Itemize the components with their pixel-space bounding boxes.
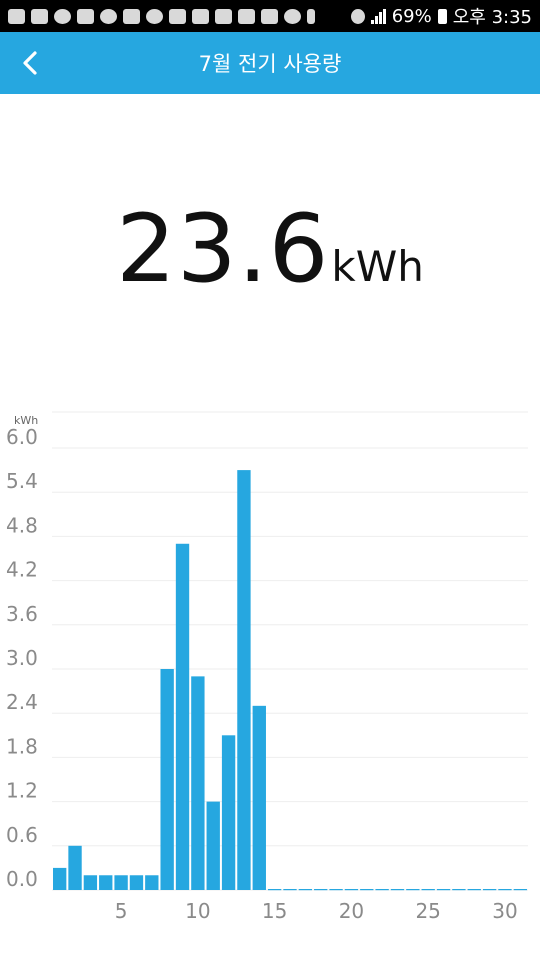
y-tick-label: 5.4 <box>6 469 38 493</box>
y-tick-label: 1.8 <box>6 734 38 758</box>
wifi-icon <box>350 8 365 24</box>
y-tick-label: 6.0 <box>6 425 38 449</box>
bar <box>83 875 98 890</box>
facebook-icon <box>31 8 48 24</box>
x-tick-label: 20 <box>339 899 364 923</box>
usage-total: 23.6kWh <box>0 195 540 304</box>
bar <box>114 875 128 890</box>
bar <box>467 889 481 891</box>
mail-icon <box>169 8 186 24</box>
notification-icons <box>8 8 351 24</box>
bar <box>482 889 497 891</box>
bar <box>129 875 144 890</box>
y-tick-label: 4.2 <box>6 558 38 582</box>
talk-icon <box>284 8 301 24</box>
bar <box>267 889 282 891</box>
clock: 오후 3:35 <box>452 7 532 28</box>
y-tick-label: 4.8 <box>6 513 38 537</box>
facebook-icon <box>77 8 94 24</box>
signal-icon <box>370 8 386 24</box>
status-bar: 69% 오후 3:35 <box>0 0 540 32</box>
bar <box>498 889 512 891</box>
chart-canvas: kWh0.00.61.21.82.43.03.64.24.85.46.05 10 1… <box>6 411 528 923</box>
bar <box>221 735 236 890</box>
bar <box>344 889 359 891</box>
battery-percent: 69% <box>391 5 432 27</box>
back-button[interactable] <box>8 40 54 86</box>
bar <box>206 801 220 890</box>
y-tick-label: 0.0 <box>6 867 38 891</box>
bar <box>283 889 297 891</box>
usage-total-value: 23.6 <box>116 195 330 304</box>
bar <box>390 889 405 891</box>
fitness-icon <box>54 8 71 24</box>
app-bar: 7월 전기 사용량 <box>0 32 540 94</box>
y-tick-label: 2.4 <box>6 690 38 714</box>
bar <box>452 889 466 891</box>
wechat-icon <box>100 8 117 24</box>
phone-icon <box>123 8 140 24</box>
bar <box>99 875 113 890</box>
y-tick-label: 1.2 <box>6 779 38 803</box>
bar <box>375 889 389 891</box>
y-tick-label: 3.0 <box>6 646 38 670</box>
bar <box>175 543 190 890</box>
bar <box>53 867 67 890</box>
bar <box>298 889 313 891</box>
bar <box>513 889 527 891</box>
y-tick-label: 3.6 <box>6 602 38 626</box>
bar <box>145 875 159 890</box>
bar <box>252 705 266 890</box>
bar <box>68 845 82 890</box>
image-icon <box>192 8 209 24</box>
daily-usage-chart: kWh 0.0 0.6 1.2 1.8 2.4 3.0 3.6 4.2 4.8 5.4 6.0 5 10 1… <box>0 400 540 930</box>
page-title: 7월 전기 사용량 <box>198 52 342 76</box>
x-tick-label: 25 <box>415 899 440 923</box>
bar <box>436 889 451 891</box>
bbm-icon <box>8 8 25 24</box>
bar <box>237 470 251 890</box>
x-tick-label: 10 <box>185 899 210 923</box>
cloud-icon <box>146 8 163 24</box>
bar <box>160 669 174 890</box>
y-tick-label: 0.6 <box>6 823 38 847</box>
x-tick-label: 5 <box>115 899 128 923</box>
image-icon <box>215 8 232 24</box>
bar <box>191 676 205 890</box>
bar <box>360 889 374 891</box>
bluetooth-icon <box>307 8 315 24</box>
x-tick-label: 15 <box>262 899 287 923</box>
usage-total-unit: kWh <box>331 242 424 291</box>
x-tick-label: 30 <box>492 899 517 923</box>
sbs-icon <box>238 8 255 24</box>
bar <box>421 889 435 891</box>
bar <box>329 889 343 891</box>
chevron-left-icon <box>23 51 37 75</box>
image-icon <box>261 8 278 24</box>
battery-icon <box>437 8 447 24</box>
bar <box>406 889 420 891</box>
bar <box>314 889 328 891</box>
